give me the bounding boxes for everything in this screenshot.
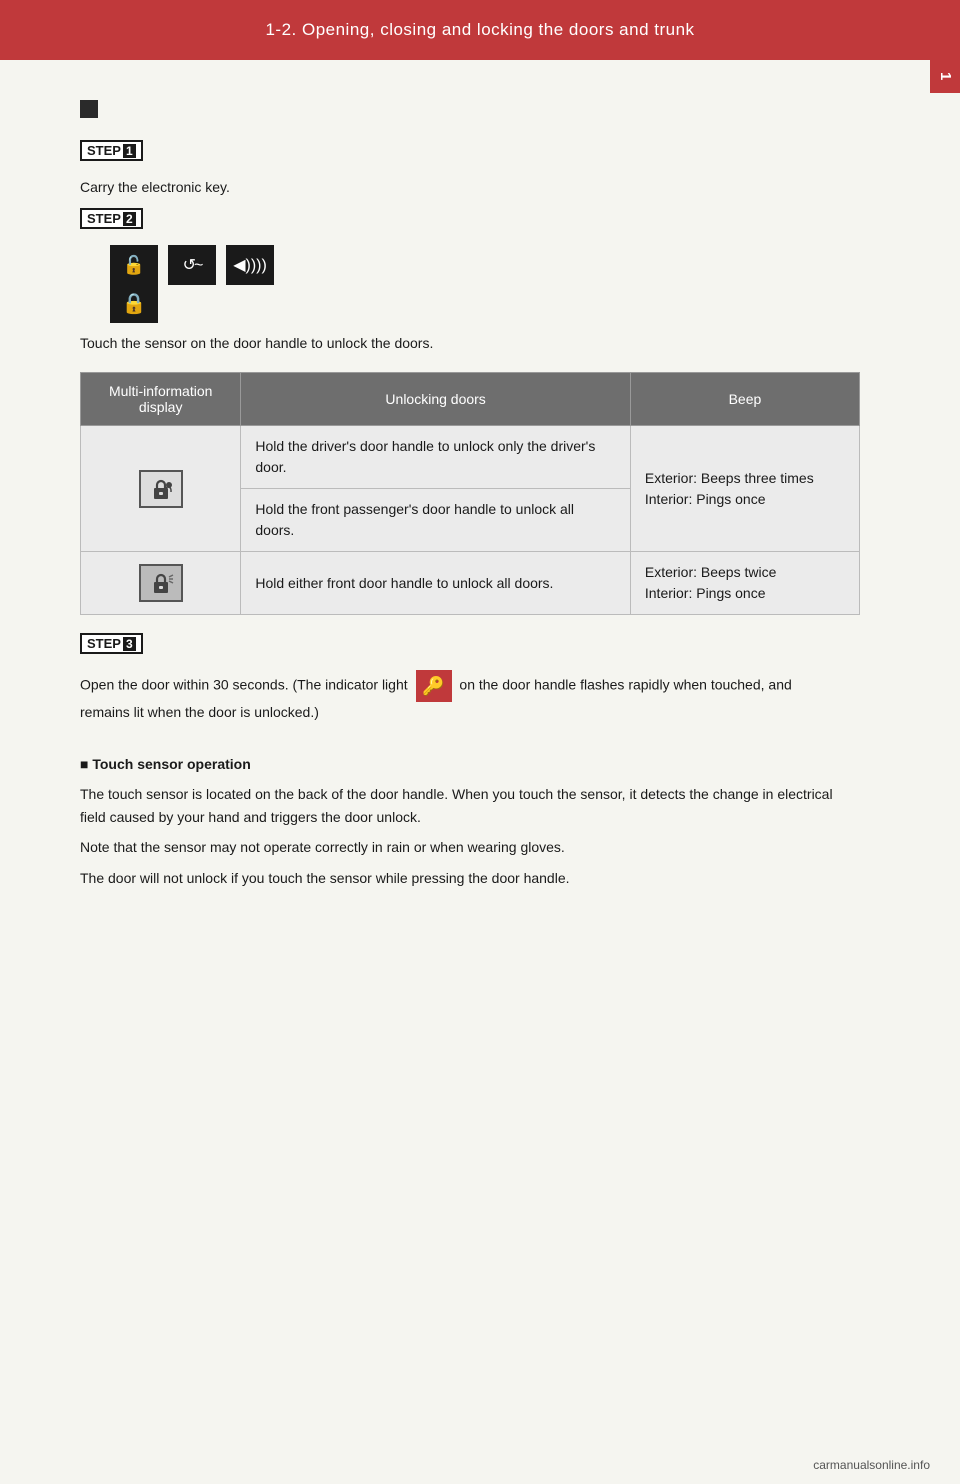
step1-container: STEP1 [80, 140, 840, 169]
step2-container: STEP2 [80, 208, 840, 237]
step3-indicator-icon: 🔑 [416, 670, 452, 702]
step1-text: Carry the electronic key. [80, 177, 840, 198]
step3-label: STEP3 [80, 633, 143, 654]
note-body3: The door will not unlock if you touch th… [80, 867, 840, 889]
lock-all-icon [139, 564, 183, 602]
table-icon-cell-1 [81, 426, 241, 552]
side-tab-number: 1 [937, 72, 954, 81]
table-icon-cell-2 [81, 552, 241, 615]
step1-number: 1 [123, 144, 136, 158]
table-beep-cell-2: Exterior: Beeps twiceInterior: Pings onc… [630, 552, 859, 615]
note-section: ■ Touch sensor operation The touch senso… [80, 753, 840, 889]
table-unlocking-cell-1b: Hold the front passenger's door handle t… [241, 489, 631, 552]
step3-content-row: Open the door within 30 seconds. (The in… [80, 670, 840, 733]
speaker-beep-icon: ◀)))) [226, 245, 274, 285]
step3-text: Open the door within 30 seconds. (The in… [80, 670, 840, 723]
step1-label: STEP1 [80, 140, 143, 161]
step2-lock-icon-row: 🔒 [110, 283, 840, 323]
lock-person-icon [139, 470, 183, 508]
note-body1: The touch sensor is located on the back … [80, 783, 840, 828]
step3-number: 3 [123, 637, 136, 651]
col-beep-header: Beep [630, 373, 859, 426]
step2-label: STEP2 [80, 208, 143, 229]
table-unlocking-cell-1a: Hold the driver's door handle to unlock … [241, 426, 631, 489]
table-row-1a: Hold the driver's door handle to unlock … [81, 426, 860, 489]
header-title: 1-2. Opening, closing and locking the do… [265, 20, 694, 40]
step2-icon-row: 🔓 ↺~ ◀)))) [110, 245, 840, 285]
step3-container: STEP3 [80, 633, 840, 662]
col-unlocking-header: Unlocking doors [241, 373, 631, 426]
unlocking-table: Multi-informationdisplay Unlocking doors… [80, 372, 860, 615]
section-heading-icon [80, 100, 98, 118]
note-body2: Note that the sensor may not operate cor… [80, 836, 840, 858]
table-unlocking-cell-2: Hold either front door handle to unlock … [241, 552, 631, 615]
side-tab: 1 [930, 60, 960, 93]
footer-text: carmanualsonline.info [813, 1458, 930, 1472]
lock-icon: 🔒 [110, 283, 158, 323]
step2-number: 2 [123, 212, 136, 226]
header-bar: 1-2. Opening, closing and locking the do… [0, 0, 960, 60]
table-row-2: Hold either front door handle to unlock … [81, 552, 860, 615]
sensor-wave-icon: ↺~ [168, 245, 216, 285]
table-beep-cell-1: Exterior: Beeps three timesInterior: Pin… [630, 426, 859, 552]
unlock-door-icon: 🔓 [110, 245, 158, 285]
main-content: STEP1 Carry the electronic key. STEP2 🔓 … [0, 60, 920, 937]
step2-text: Touch the sensor on the door handle to u… [80, 333, 840, 354]
col-display-header: Multi-informationdisplay [81, 373, 241, 426]
footer: carmanualsonline.info [813, 1458, 930, 1472]
note-heading: ■ Touch sensor operation [80, 753, 840, 775]
